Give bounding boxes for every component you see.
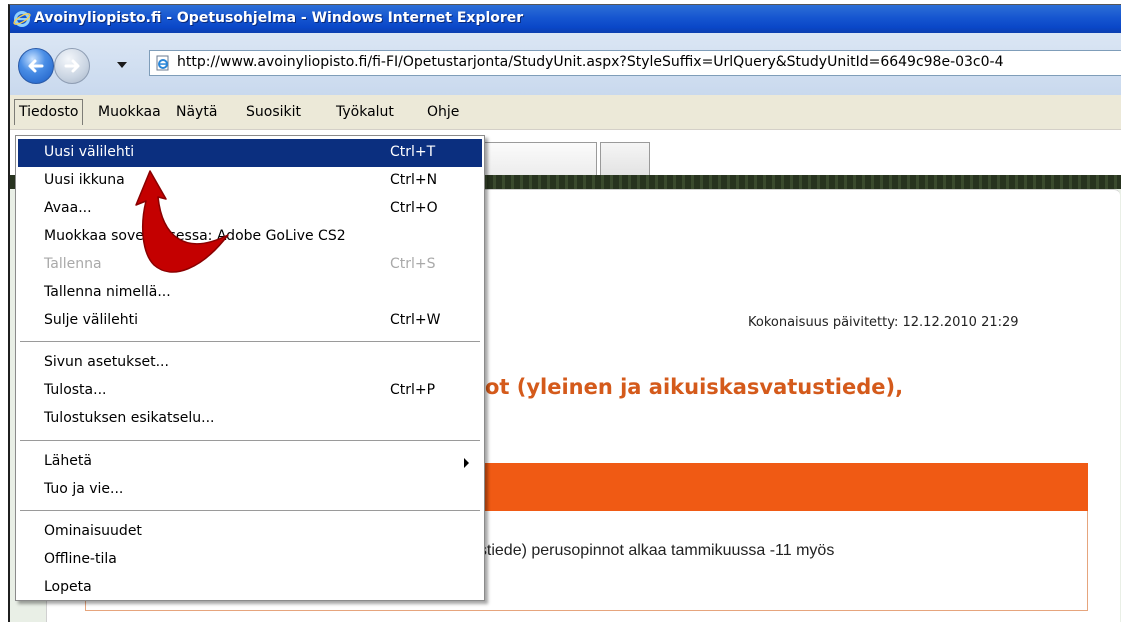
menu-edit[interactable]: Muokkaa [98, 104, 161, 120]
menu-item-properties[interactable]: Ominaisuudet [18, 518, 482, 546]
navigation-bar: http://www.avoinyliopisto.fi/fi-FI/Opetu… [10, 33, 1121, 95]
info-text: ustiede) perusopinnot alkaa tammikuussa … [470, 542, 835, 559]
menu-item-save: Tallenna Ctrl+S [18, 251, 482, 279]
menu-item-import-export[interactable]: Tuo ja vie... [18, 476, 482, 504]
menu-item-save-as[interactable]: Tallenna nimellä... [18, 279, 482, 307]
menu-item-print[interactable]: Tulosta... Ctrl+P [18, 377, 482, 405]
ie-logo-icon [13, 11, 31, 27]
course-title: not (yleinen ja aikuiskasvatustiede), [470, 375, 904, 399]
menu-item-label: Sulje välilehti [44, 312, 139, 328]
red-curved-arrow-icon [135, 170, 229, 273]
menu-item-page-setup[interactable]: Sivun asetukset... [18, 349, 482, 377]
menu-item-shortcut: Ctrl+S [390, 256, 436, 272]
menu-file[interactable]: Tiedosto [14, 99, 84, 125]
title-bar: Avoinyliopisto.fi - Opetusohjelma - Wind… [10, 5, 1121, 33]
menu-item-shortcut: Ctrl+P [390, 382, 436, 398]
menu-item-new-window[interactable]: Uusi ikkuna Ctrl+N [18, 167, 482, 195]
menu-view[interactable]: Näytä [176, 104, 217, 120]
menu-item-shortcut: Ctrl+N [390, 172, 438, 188]
menu-item-label: Tallenna [44, 256, 102, 272]
menu-item-label: Lähetä [44, 453, 92, 469]
menu-item-close-tab[interactable]: Sulje välilehti Ctrl+W [18, 307, 482, 335]
menu-tools[interactable]: Työkalut [336, 104, 394, 120]
recent-pages-dropdown-icon[interactable] [117, 61, 127, 69]
menu-item-label: Lopeta [44, 579, 92, 595]
menu-separator [20, 510, 480, 511]
tab-current[interactable] [480, 142, 597, 176]
menu-item-new-tab[interactable]: Uusi välilehti Ctrl+T [18, 139, 482, 167]
menu-item-label: Tulostuksen esikatselu... [44, 410, 215, 426]
page-icon [156, 55, 169, 71]
menu-item-label: Tallenna nimellä... [44, 284, 171, 300]
back-arrow-icon [28, 59, 44, 73]
menu-help[interactable]: Ohje [427, 104, 459, 120]
updated-timestamp: Kokonaisuus päivitetty: 12.12.2010 21:29 [748, 315, 1019, 330]
menu-item-exit[interactable]: Lopeta [18, 574, 482, 602]
menu-item-label: Uusi ikkuna [44, 172, 125, 188]
back-button[interactable] [18, 48, 54, 84]
forward-button[interactable] [54, 48, 90, 84]
window-title: Avoinyliopisto.fi - Opetusohjelma - Wind… [34, 10, 524, 26]
menu-item-label: Offline-tila [44, 551, 117, 567]
menu-bar: Tiedosto Muokkaa Näytä Suosikit Työkalut… [10, 95, 1121, 130]
menu-item-shortcut: Ctrl+W [390, 312, 441, 328]
menu-item-send[interactable]: Lähetä [18, 448, 482, 476]
address-url: http://www.avoinyliopisto.fi/fi-FI/Opetu… [177, 54, 1004, 70]
menu-item-shortcut: Ctrl+O [390, 200, 438, 216]
menu-item-open[interactable]: Avaa... Ctrl+O [18, 195, 482, 223]
menu-favorites[interactable]: Suosikit [246, 104, 301, 120]
address-bar[interactable]: http://www.avoinyliopisto.fi/fi-FI/Opetu… [149, 50, 1121, 76]
menu-item-label: Tuo ja vie... [44, 481, 124, 497]
menu-item-work-offline[interactable]: Offline-tila [18, 546, 482, 574]
browser-window: Avoinyliopisto.fi - Opetusohjelma - Wind… [8, 4, 1121, 622]
menu-item-label: Ominaisuudet [44, 523, 142, 539]
menu-item-label: Avaa... [44, 200, 92, 216]
menu-separator [20, 341, 480, 342]
forward-arrow-icon [64, 59, 80, 73]
menu-item-shortcut: Ctrl+T [390, 144, 436, 160]
menu-item-print-preview[interactable]: Tulostuksen esikatselu... [18, 405, 482, 433]
menu-item-label: Sivun asetukset... [44, 354, 169, 370]
new-tab-button[interactable] [600, 142, 650, 176]
menu-item-label: Tulosta... [44, 382, 107, 398]
menu-item-label: Uusi välilehti [44, 144, 135, 160]
menu-item-edit-with[interactable]: Muokkaa sovelluksessa: Adobe GoLive CS2 [18, 223, 482, 251]
menu-separator [20, 440, 480, 441]
submenu-arrow-icon [464, 458, 469, 468]
file-menu-dropdown: Uusi välilehti Ctrl+T Uusi ikkuna Ctrl+N… [15, 135, 485, 601]
